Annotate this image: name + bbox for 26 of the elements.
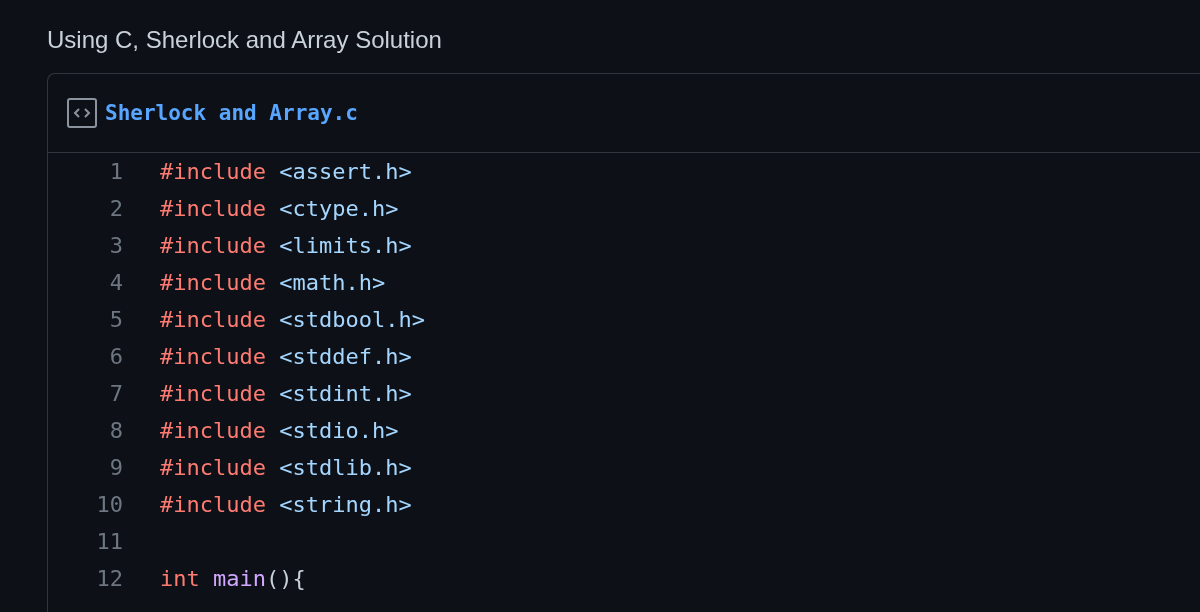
line-number: 6 — [108, 344, 123, 369]
line-number: 3 — [108, 233, 123, 258]
code-line: #include <stdio.h> — [160, 418, 399, 443]
code-line: #include <limits.h> — [160, 233, 412, 258]
line-number: 8 — [108, 418, 123, 443]
line-number: 5 — [108, 307, 123, 332]
line-number: 1 — [108, 159, 123, 184]
code-line: #include <stdlib.h> — [160, 455, 412, 480]
code-file-icon — [67, 98, 97, 128]
code-line: #include <stdbool.h> — [160, 307, 425, 332]
code-line: #include <stdint.h> — [160, 381, 412, 406]
code-line: #include <assert.h> — [160, 159, 412, 184]
code-line: #include <stddef.h> — [160, 344, 412, 369]
file-name-link[interactable]: Sherlock and Array.c — [105, 101, 358, 125]
line-number: 4 — [108, 270, 123, 295]
code-line: int main(){ — [160, 566, 306, 591]
gist-description: Using C, Sherlock and Array Solution — [47, 25, 443, 55]
code-line: #include <ctype.h> — [160, 196, 399, 221]
line-number: 12 — [95, 566, 123, 591]
code-line: #include <math.h> — [160, 270, 386, 295]
line-number: 9 — [108, 455, 123, 480]
line-number: 2 — [108, 196, 123, 221]
code-line: #include <string.h> — [160, 492, 412, 517]
line-number: 7 — [108, 381, 123, 406]
line-number: 11 — [95, 529, 123, 554]
line-number: 10 — [95, 492, 123, 517]
